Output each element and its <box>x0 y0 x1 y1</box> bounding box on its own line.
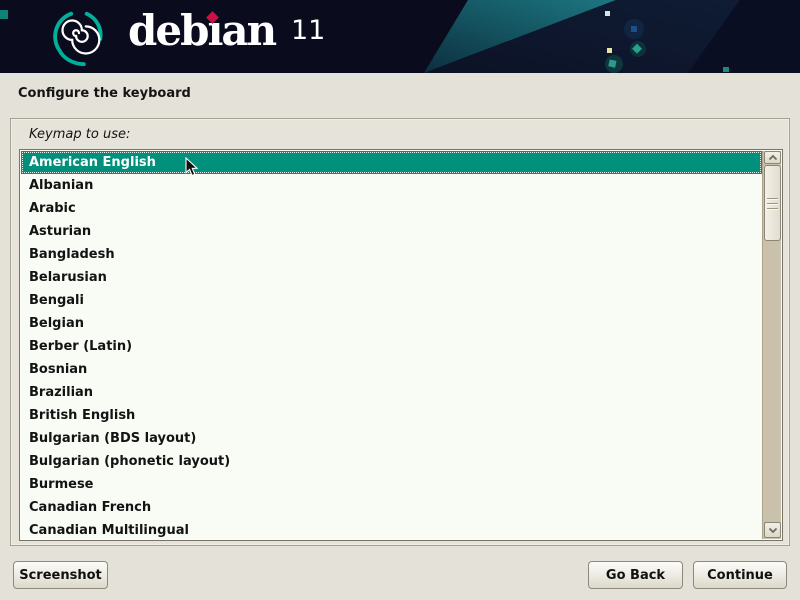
list-item[interactable]: Bengali <box>21 289 762 312</box>
debian-wordmark-text: debıan <box>128 10 275 52</box>
scroll-down-button[interactable] <box>764 522 781 538</box>
list-item[interactable]: Belarusian <box>21 266 762 289</box>
screenshot-button[interactable]: Screenshot <box>13 561 108 589</box>
debian-logo-icon <box>47 5 109 69</box>
keymap-list: American EnglishAlbanianArabicAsturianBa… <box>21 151 762 539</box>
chevron-up-icon <box>767 154 779 162</box>
chevron-down-icon <box>767 526 779 534</box>
scrollbar-thumb[interactable] <box>764 165 781 241</box>
list-item[interactable]: Asturian <box>21 220 762 243</box>
installer-banner: debıan 11 <box>0 0 800 73</box>
list-item[interactable]: Canadian Multilingual <box>21 519 762 539</box>
keymap-question-label: Keymap to use: <box>29 127 130 142</box>
continue-button[interactable]: Continue <box>693 561 787 589</box>
list-item[interactable]: Berber (Latin) <box>21 335 762 358</box>
keymap-listbox: American EnglishAlbanianArabicAsturianBa… <box>19 149 783 541</box>
list-item[interactable]: American English <box>21 151 762 174</box>
list-item[interactable]: Arabic <box>21 197 762 220</box>
list-item[interactable]: Bosnian <box>21 358 762 381</box>
list-item[interactable]: Burmese <box>21 473 762 496</box>
banner-decoration <box>0 0 800 73</box>
keyboard-config-panel: Keymap to use: American EnglishAlbanianA… <box>10 118 790 546</box>
list-item[interactable]: Belgian <box>21 312 762 335</box>
list-item[interactable]: Albanian <box>21 174 762 197</box>
scrollbar[interactable] <box>762 151 781 539</box>
list-item[interactable]: British English <box>21 404 762 427</box>
debian-version: 11 <box>291 17 325 44</box>
list-item[interactable]: Bulgarian (phonetic layout) <box>21 450 762 473</box>
page-title: Configure the keyboard <box>18 86 191 101</box>
list-item[interactable]: Bulgarian (BDS layout) <box>21 427 762 450</box>
list-item[interactable]: Canadian French <box>21 496 762 519</box>
go-back-button[interactable]: Go Back <box>588 561 683 589</box>
scroll-up-button[interactable] <box>764 151 781 164</box>
list-item[interactable]: Bangladesh <box>21 243 762 266</box>
list-item[interactable]: Brazilian <box>21 381 762 404</box>
